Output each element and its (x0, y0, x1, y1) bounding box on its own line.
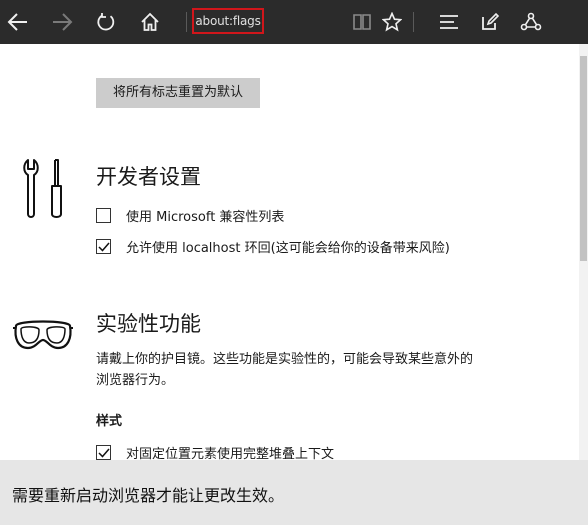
refresh-icon (97, 13, 115, 31)
web-note-button[interactable] (474, 6, 506, 38)
hub-button[interactable] (433, 6, 465, 38)
checkbox-checked[interactable] (96, 444, 111, 460)
option-microsoft-compat-list[interactable]: 使用 Microsoft 兼容性列表 (96, 205, 284, 225)
back-icon (7, 13, 27, 31)
home-icon (141, 12, 159, 31)
option-allow-localhost-loopback[interactable]: 允许使用 localhost 环回(这可能会给你的设备带来风险) (96, 236, 450, 256)
address-bar[interactable]: about:flags (192, 8, 264, 34)
back-button[interactable] (2, 6, 34, 38)
reading-view-icon (353, 14, 371, 30)
web-note-icon (482, 12, 500, 30)
scrollbar-thumb[interactable] (580, 56, 587, 261)
checkmark-icon (98, 242, 110, 252)
checkbox-checked[interactable] (96, 238, 111, 254)
share-icon (520, 12, 542, 31)
vertical-scrollbar[interactable] (579, 44, 588, 460)
favorite-star-icon (382, 12, 402, 32)
option-fixed-position-stacking-context[interactable]: 对固定位置元素使用完整堆叠上下文 (96, 442, 334, 462)
toolbar-separator (413, 12, 414, 32)
favorite-button[interactable] (376, 6, 408, 38)
share-button[interactable] (515, 6, 547, 38)
styles-subheading: 样式 (96, 414, 123, 429)
option-label: 允许使用 localhost 环回(这可能会给你的设备带来风险) (126, 240, 450, 256)
forward-icon (53, 13, 73, 31)
address-separator (186, 12, 187, 32)
hub-icon (440, 15, 458, 29)
home-button[interactable] (134, 6, 166, 38)
restart-notification-text: 需要重新启动浏览器才能让更改生效。 (12, 486, 285, 505)
option-label: 对固定位置元素使用完整堆叠上下文 (126, 446, 335, 462)
restart-notification-bar: 需要重新启动浏览器才能让更改生效。 (0, 460, 588, 525)
checkbox-unchecked[interactable] (96, 207, 111, 223)
tools-icon (23, 159, 62, 218)
forward-button[interactable] (46, 6, 78, 38)
reading-view-button[interactable] (346, 6, 378, 38)
developer-settings-title: 开发者设置 (96, 165, 201, 189)
experimental-features-title: 实验性功能 (96, 312, 201, 336)
goggles-icon (13, 320, 73, 350)
reset-all-flags-button[interactable]: 将所有标志重置为默认 (96, 78, 260, 108)
option-label: 使用 Microsoft 兼容性列表 (126, 209, 285, 225)
checkmark-icon (98, 448, 110, 458)
browser-toolbar: about:flags (0, 0, 588, 44)
experimental-description: 请戴上你的护目镜。这些功能是实验性的，可能会导致某些意外的浏览器行为。 (96, 352, 474, 388)
refresh-button[interactable] (90, 6, 122, 38)
